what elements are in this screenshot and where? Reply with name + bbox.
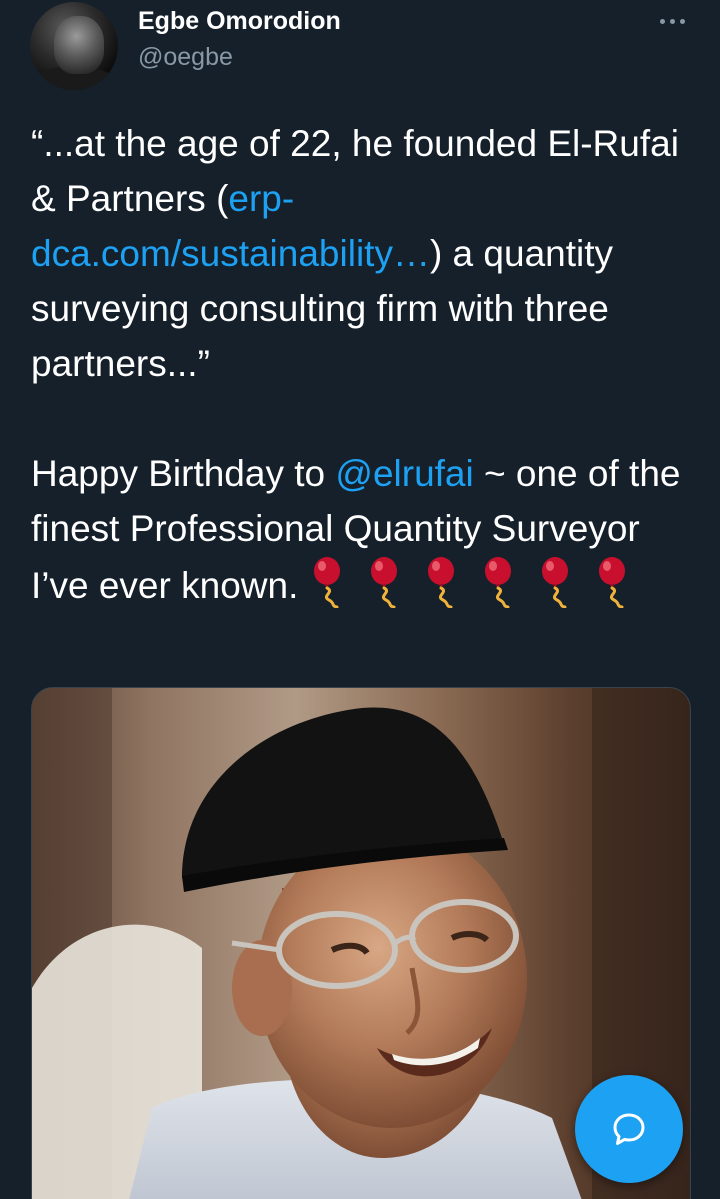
more-dot bbox=[659, 18, 665, 24]
tweet-detail-screen: Egbe Omorodion @oegbe “...at the age of … bbox=[0, 0, 720, 1199]
compose-button[interactable] bbox=[575, 1075, 683, 1183]
tweet-paragraph-quote: “...at the age of 22, he founded El-Rufa… bbox=[31, 116, 691, 391]
user-mention[interactable]: @elrufai bbox=[335, 453, 473, 494]
compose-message-icon bbox=[613, 1113, 645, 1145]
birthday-text-start: Happy Birthday to bbox=[31, 453, 336, 494]
avatar-face bbox=[54, 16, 104, 74]
balloon-icon bbox=[366, 556, 406, 608]
tweet-text: “...at the age of 22, he founded El-Rufa… bbox=[31, 116, 691, 613]
author-avatar[interactable] bbox=[30, 2, 118, 90]
more-dot bbox=[679, 18, 685, 24]
author-handle[interactable]: @oegbe bbox=[138, 43, 233, 72]
balloon-icon bbox=[423, 556, 463, 608]
more-dot bbox=[669, 18, 675, 24]
author-name[interactable]: Egbe Omorodion bbox=[138, 7, 341, 36]
balloon-icon bbox=[594, 556, 634, 608]
balloon-icon bbox=[537, 556, 577, 608]
tweet-paragraph-birthday: Happy Birthday to @elrufai ~ one of the … bbox=[31, 446, 691, 613]
more-options-icon[interactable] bbox=[650, 6, 694, 36]
balloon-icon bbox=[309, 556, 349, 608]
balloon-icon bbox=[480, 556, 520, 608]
quote-text-start: “...at the age of 22, he founded El-Rufa… bbox=[31, 123, 679, 219]
